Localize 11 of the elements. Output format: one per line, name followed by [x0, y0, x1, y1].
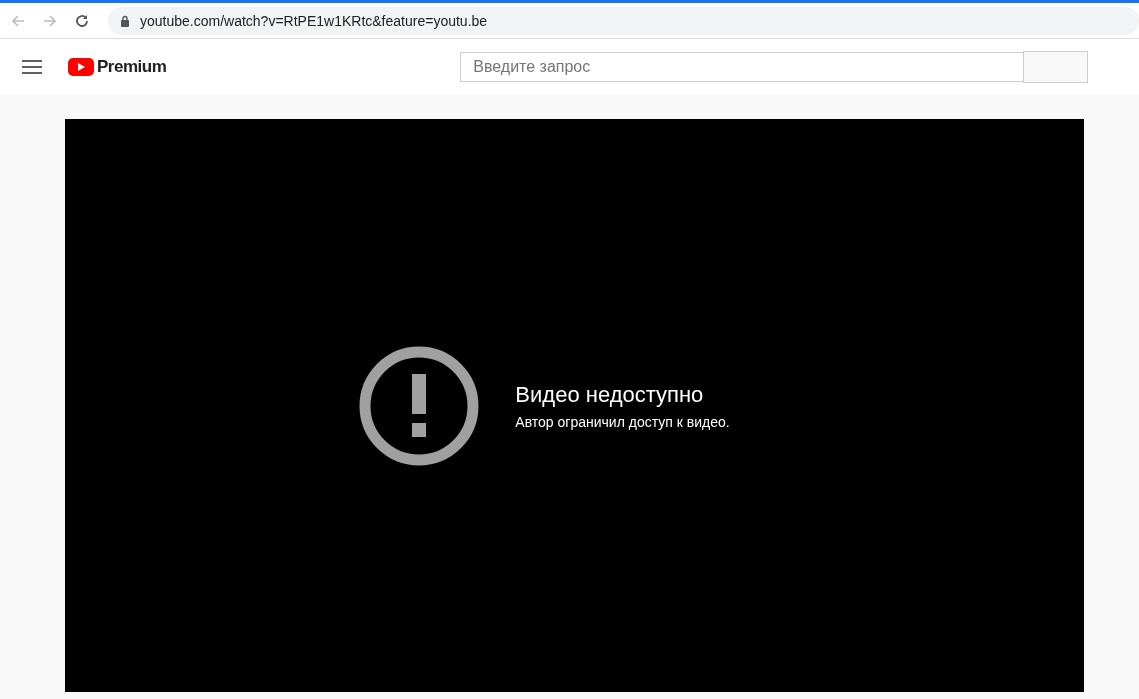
menu-icon[interactable]	[22, 60, 42, 74]
lock-icon	[120, 14, 130, 27]
address-bar[interactable]: youtube.com/watch?v=RtPE1w1KRtc&feature=youtu.be	[108, 6, 1139, 35]
search-field[interactable]: Введите запрос	[460, 51, 1024, 82]
url-text: youtube.com/watch?v=RtPE1w1KRtc&feature=youtu.be	[140, 12, 488, 29]
reload-icon[interactable]	[74, 12, 90, 29]
warning-icon	[359, 345, 480, 466]
logo-text: Premium	[97, 57, 167, 77]
play-logo-icon[interactable]	[68, 58, 94, 76]
error-title: Видео недоступно	[515, 381, 705, 408]
error-message: Автор ограничил доступ к видео.	[515, 413, 730, 430]
